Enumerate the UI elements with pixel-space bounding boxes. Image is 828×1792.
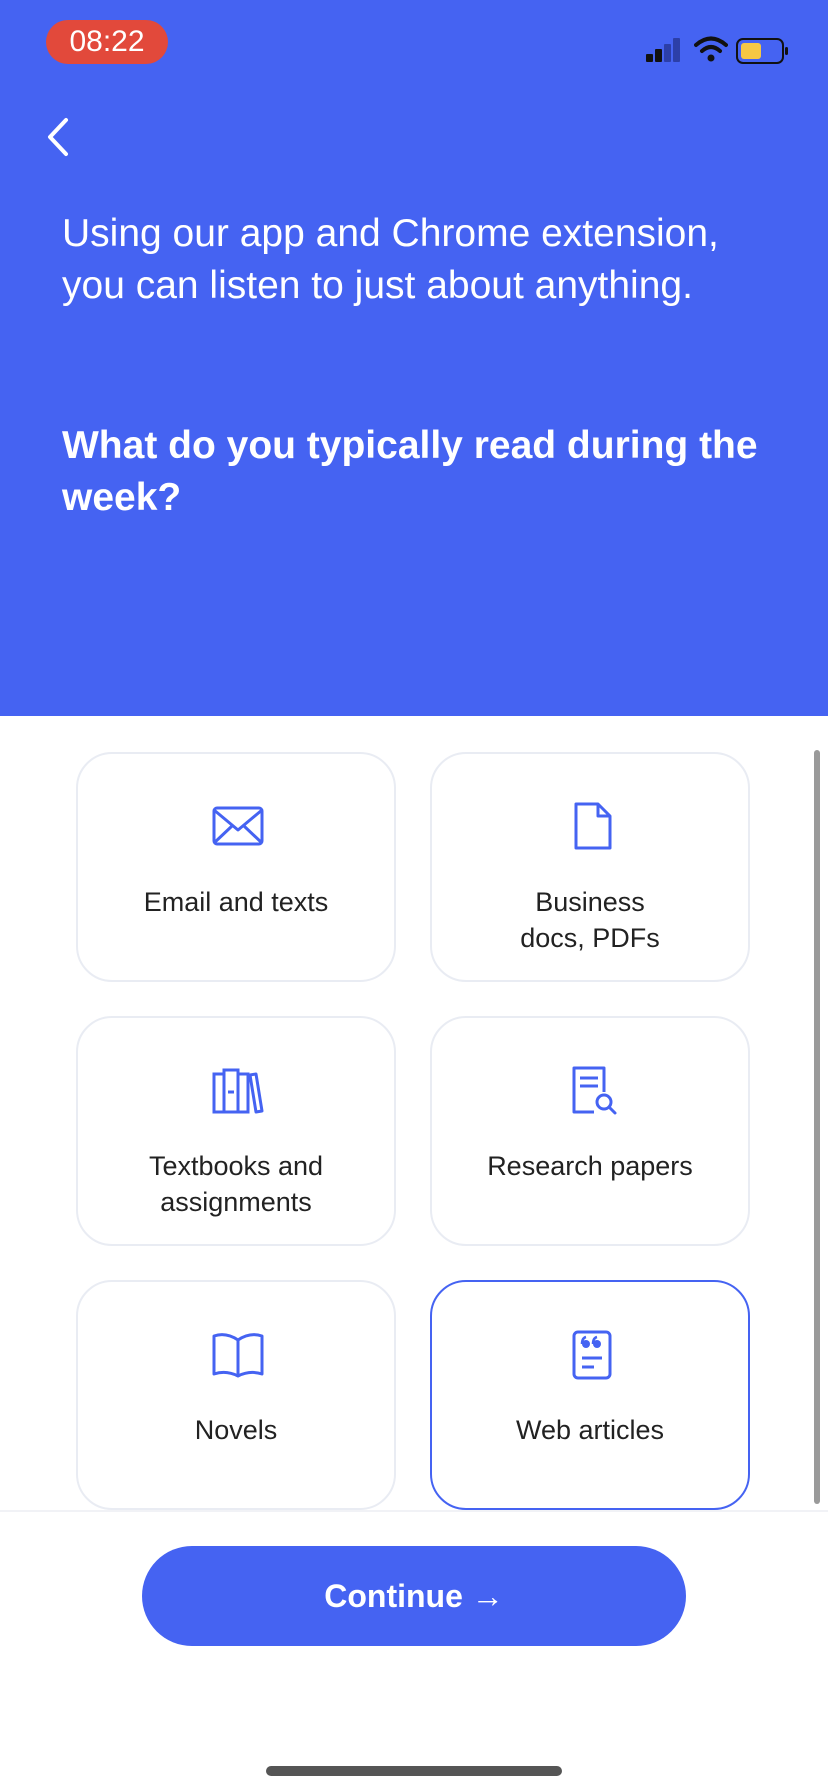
wifi-icon (694, 36, 728, 62)
option-label: Email and texts (143, 887, 329, 917)
paper-search-icon (572, 1066, 617, 1115)
option-label: Research papers (487, 1151, 693, 1181)
option-web-articles[interactable]: Web articles (430, 1280, 750, 1510)
cellular-signal-icon (646, 38, 684, 62)
divider (0, 1510, 828, 1512)
option-research-papers[interactable]: Research papers (430, 1016, 750, 1246)
option-label: Novels (194, 1415, 278, 1445)
continue-button[interactable]: Continue → (142, 1546, 686, 1646)
books-icon (212, 1068, 264, 1114)
envelope-icon (212, 806, 264, 846)
options-grid: Email and texts Business docs, PDFs Text… (0, 716, 828, 1512)
back-chevron-icon[interactable] (40, 112, 76, 162)
option-label: Business docs, PDFs (520, 887, 660, 953)
scrollbar[interactable] (814, 750, 820, 1504)
status-icons (644, 30, 794, 70)
option-label: Web articles (515, 1415, 665, 1445)
document-icon (574, 802, 612, 850)
home-indicator[interactable] (266, 1766, 562, 1776)
question-heading: What do you typically read during the we… (62, 424, 758, 519)
option-textbooks[interactable]: Textbooks and assignments (76, 1016, 396, 1246)
header-panel: 08:22 Using our app and Chrome extension… (0, 0, 828, 716)
intro-text: Using our app and Chrome extension, you … (62, 212, 719, 307)
option-novels[interactable]: Novels (76, 1280, 396, 1510)
option-email-and-texts[interactable]: Email and texts (76, 752, 396, 982)
battery-icon (736, 38, 788, 64)
quote-article-icon (572, 1330, 612, 1380)
status-time: 08:22 (46, 20, 168, 64)
option-business-docs[interactable]: Business docs, PDFs (430, 752, 750, 982)
open-book-icon (212, 1333, 264, 1378)
option-label: Textbooks and assignments (148, 1151, 324, 1217)
